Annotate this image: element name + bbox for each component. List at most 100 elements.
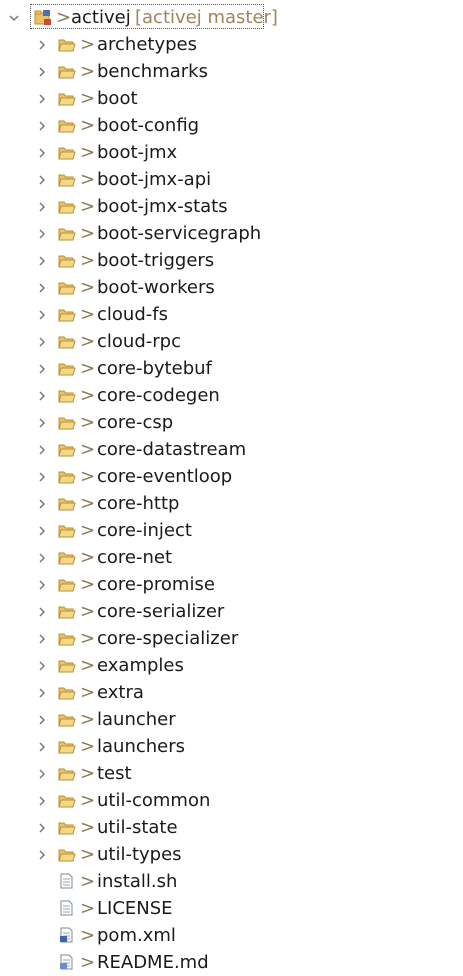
project-name: activej bbox=[71, 7, 131, 28]
file-icon bbox=[60, 873, 73, 889]
git-decoration-prefix: > bbox=[80, 601, 96, 622]
tree-folder-row[interactable]: > extra bbox=[0, 679, 463, 706]
git-decoration-prefix: > bbox=[80, 844, 96, 865]
chevron-right-icon[interactable] bbox=[36, 390, 48, 402]
tree-folder-row[interactable]: > archetypes bbox=[0, 31, 463, 58]
tree-item-label: pom.xml bbox=[97, 925, 176, 946]
tree-item-label: util-types bbox=[97, 844, 182, 865]
folder-icon bbox=[58, 336, 76, 349]
tree-folder-row[interactable]: > boot-config bbox=[0, 112, 463, 139]
tree-item-label: boot-triggers bbox=[97, 250, 215, 271]
chevron-right-icon[interactable] bbox=[36, 822, 48, 834]
tree-folder-row[interactable]: > boot-workers bbox=[0, 274, 463, 301]
chevron-right-icon[interactable] bbox=[36, 768, 48, 780]
project-root-row[interactable]: > activej [activej master] bbox=[0, 4, 463, 31]
git-decoration-prefix: > bbox=[80, 88, 96, 109]
tree-item-label: core-inject bbox=[97, 520, 192, 541]
tree-folder-row[interactable]: > core-serializer bbox=[0, 598, 463, 625]
folder-icon bbox=[58, 822, 76, 835]
folder-icon bbox=[58, 39, 76, 52]
chevron-right-icon[interactable] bbox=[36, 147, 48, 159]
chevron-right-icon[interactable] bbox=[36, 174, 48, 186]
tree-folder-row[interactable]: > core-http bbox=[0, 490, 463, 517]
markdown-file-icon bbox=[60, 954, 73, 970]
chevron-right-icon[interactable] bbox=[36, 525, 48, 537]
git-decoration-prefix: > bbox=[80, 925, 96, 946]
tree-folder-row[interactable]: > core-net bbox=[0, 544, 463, 571]
folder-icon bbox=[58, 579, 76, 592]
chevron-right-icon[interactable] bbox=[36, 471, 48, 483]
tree-folder-row[interactable]: > util-state bbox=[0, 814, 463, 841]
tree-folder-row[interactable]: > boot-triggers bbox=[0, 247, 463, 274]
tree-item-label: LICENSE bbox=[97, 898, 173, 919]
tree-file-row[interactable]: > pom.xml bbox=[0, 922, 463, 949]
chevron-right-icon[interactable] bbox=[36, 444, 48, 456]
tree-folder-row[interactable]: > cloud-fs bbox=[0, 301, 463, 328]
chevron-right-icon[interactable] bbox=[36, 66, 48, 78]
tree-item-label: launcher bbox=[97, 709, 176, 730]
chevron-right-icon[interactable] bbox=[36, 336, 48, 348]
tree-folder-row[interactable]: > core-promise bbox=[0, 571, 463, 598]
chevron-right-icon[interactable] bbox=[36, 579, 48, 591]
chevron-right-icon[interactable] bbox=[36, 633, 48, 645]
tree-folder-row[interactable]: > core-eventloop bbox=[0, 463, 463, 490]
tree-folder-row[interactable]: > launcher bbox=[0, 706, 463, 733]
git-decoration-prefix: > bbox=[80, 358, 96, 379]
tree-folder-row[interactable]: > benchmarks bbox=[0, 58, 463, 85]
git-decoration-prefix: > bbox=[80, 439, 96, 460]
git-decoration-prefix: > bbox=[80, 385, 96, 406]
tree-folder-row[interactable]: > core-datastream bbox=[0, 436, 463, 463]
chevron-right-icon[interactable] bbox=[36, 849, 48, 861]
git-decoration-prefix: > bbox=[80, 547, 96, 568]
tree-folder-row[interactable]: > boot-jmx-api bbox=[0, 166, 463, 193]
chevron-right-icon[interactable] bbox=[36, 363, 48, 375]
tree-folder-row[interactable]: > core-inject bbox=[0, 517, 463, 544]
chevron-down-icon[interactable] bbox=[8, 12, 20, 24]
tree-folder-row[interactable]: > util-types bbox=[0, 841, 463, 868]
tree-file-row[interactable]: > install.sh bbox=[0, 868, 463, 895]
chevron-right-icon[interactable] bbox=[36, 255, 48, 267]
tree-folder-row[interactable]: > core-bytebuf bbox=[0, 355, 463, 382]
chevron-right-icon[interactable] bbox=[36, 417, 48, 429]
chevron-right-icon[interactable] bbox=[36, 795, 48, 807]
tree-folder-row[interactable]: > core-specializer bbox=[0, 625, 463, 652]
chevron-right-icon[interactable] bbox=[36, 93, 48, 105]
chevron-right-icon[interactable] bbox=[36, 120, 48, 132]
folder-icon bbox=[58, 417, 76, 430]
tree-folder-row[interactable]: > launchers bbox=[0, 733, 463, 760]
chevron-right-icon[interactable] bbox=[36, 606, 48, 618]
chevron-right-icon[interactable] bbox=[36, 687, 48, 699]
chevron-right-icon[interactable] bbox=[36, 498, 48, 510]
tree-file-row[interactable]: > LICENSE bbox=[0, 895, 463, 922]
tree-folder-row[interactable]: > core-codegen bbox=[0, 382, 463, 409]
chevron-right-icon[interactable] bbox=[36, 39, 48, 51]
chevron-right-icon[interactable] bbox=[36, 201, 48, 213]
folder-icon bbox=[58, 741, 76, 754]
git-decoration-prefix: > bbox=[80, 709, 96, 730]
tree-folder-row[interactable]: > boot-servicegraph bbox=[0, 220, 463, 247]
tree-item-label: core-specializer bbox=[97, 628, 239, 649]
tree-folder-row[interactable]: > boot-jmx bbox=[0, 139, 463, 166]
tree-folder-row[interactable]: > test bbox=[0, 760, 463, 787]
tree-folder-row[interactable]: > cloud-rpc bbox=[0, 328, 463, 355]
git-decoration-prefix: > bbox=[56, 7, 72, 28]
tree-folder-row[interactable]: > util-common bbox=[0, 787, 463, 814]
chevron-right-icon[interactable] bbox=[36, 714, 48, 726]
tree-item-label: boot-workers bbox=[97, 277, 215, 298]
chevron-right-icon[interactable] bbox=[36, 282, 48, 294]
chevron-right-icon[interactable] bbox=[36, 741, 48, 753]
tree-item-label: util-common bbox=[97, 790, 211, 811]
git-decoration-prefix: > bbox=[80, 277, 96, 298]
tree-folder-row[interactable]: > core-csp bbox=[0, 409, 463, 436]
tree-folder-row[interactable]: > boot-jmx-stats bbox=[0, 193, 463, 220]
git-decoration-prefix: > bbox=[80, 61, 96, 82]
tree-folder-row[interactable]: > examples bbox=[0, 652, 463, 679]
chevron-right-icon[interactable] bbox=[36, 228, 48, 240]
chevron-right-icon[interactable] bbox=[36, 309, 48, 321]
chevron-right-icon[interactable] bbox=[36, 552, 48, 564]
chevron-right-icon[interactable] bbox=[36, 660, 48, 672]
folder-icon bbox=[58, 120, 76, 133]
folder-icon bbox=[58, 282, 76, 295]
tree-item-label: boot-servicegraph bbox=[97, 223, 262, 244]
tree-folder-row[interactable]: > boot bbox=[0, 85, 463, 112]
